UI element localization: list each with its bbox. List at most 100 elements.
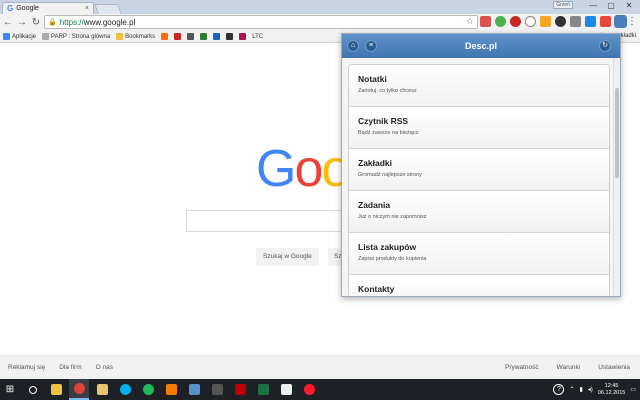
desc-popup: ⌂ ≡ Desc.pl ↻ Notatki Zanotuj, co tylko … (341, 33, 621, 297)
notifications-icon[interactable]: ▭ (630, 386, 636, 393)
app-icon-orange[interactable] (161, 379, 181, 400)
green-favicon-icon (200, 33, 208, 40)
popup-menu-list: Notatki Zanotuj, co tylko chcesz Czytnik… (348, 64, 610, 296)
volume-icon[interactable]: ◂) (588, 386, 593, 393)
item-title: Zakładki (358, 158, 393, 168)
logo-letter: o (294, 140, 323, 198)
clock[interactable]: 12:45 06.12.2015 (598, 383, 626, 397)
bookmark-folder[interactable]: Bookmarks (116, 33, 155, 40)
tab-google[interactable]: G Google × (2, 2, 94, 14)
bookmark-ltc[interactable]: LTC (252, 34, 263, 40)
list-item-rss[interactable]: Czytnik RSS Bądź zawsze na bieżąco (349, 107, 609, 149)
opera-icon[interactable] (299, 379, 319, 400)
blue-extension-icon[interactable] (585, 16, 596, 27)
red-extension-icon[interactable] (510, 16, 521, 27)
bookmark-star-icon[interactable]: ☆ (466, 16, 474, 27)
item-title: Notatki (358, 74, 387, 84)
minimize-button[interactable]: — (584, 0, 602, 12)
red-square-extension-icon[interactable] (600, 16, 611, 27)
google-favicon-icon: G (7, 4, 14, 13)
time: 12:45 (604, 382, 619, 389)
spotify-icon[interactable] (138, 379, 158, 400)
bookmark-apps[interactable]: Aplikacje (3, 33, 36, 40)
list-item-bookmarks[interactable]: Zakładki Gromadź najlepsze strony (349, 149, 609, 191)
tab-close-icon[interactable]: × (85, 5, 89, 12)
bookmark-icon-3[interactable] (187, 33, 195, 40)
bookmark-parp[interactable]: PARP : Strona główna (42, 33, 110, 40)
network-icon[interactable]: ▮ (579, 386, 582, 393)
help-icon[interactable]: ? (553, 384, 565, 395)
bookmark-icon-5[interactable] (213, 33, 221, 40)
item-title: Kontakty (358, 284, 395, 294)
item-title: Czytnik RSS (358, 116, 409, 126)
footer-link[interactable]: Reklamuj się (8, 364, 45, 371)
pin-extension-icon[interactable] (495, 16, 506, 27)
search-icon[interactable] (23, 379, 43, 400)
footer-link[interactable]: Warunki (557, 364, 581, 371)
address-bar[interactable]: 🔒 https:// www.google.pl ☆ (44, 15, 478, 29)
popup-scrollbar[interactable] (613, 58, 620, 296)
tab-title: Google (16, 5, 39, 12)
bookmark-icon-1[interactable] (161, 33, 169, 40)
bookmark-icon-7[interactable] (239, 33, 247, 40)
app-icon-dark[interactable] (207, 379, 227, 400)
footer-link[interactable]: Ustawienia (598, 364, 630, 371)
bookmark-icon-2[interactable] (174, 33, 182, 40)
list-item-shopping[interactable]: Lista zakupów Zapisz produkty do kupieni… (349, 233, 609, 275)
item-desc: Zapisz produkty do kupienia (358, 256, 427, 262)
excel-icon[interactable] (253, 379, 273, 400)
forward-button[interactable]: → (16, 17, 28, 29)
item-desc: Już o niczym nie zapomnisz (358, 214, 427, 220)
compass-extension-icon[interactable] (525, 16, 536, 27)
file-explorer-icon[interactable] (46, 379, 66, 400)
new-tab-button[interactable] (94, 4, 122, 14)
tray-expand-icon[interactable]: ⌃ (569, 386, 574, 393)
close-window-button[interactable]: ✕ (620, 0, 638, 12)
folder-icon[interactable] (92, 379, 112, 400)
chrome-menu-icon[interactable]: ⋮ (627, 16, 637, 27)
chrome-icon[interactable] (69, 379, 89, 400)
list-item-contacts[interactable]: Kontakty (349, 275, 609, 296)
list-item-notes[interactable]: Notatki Zanotuj, co tylko chcesz (349, 65, 609, 107)
profile-button[interactable]: Grzeń (553, 1, 573, 9)
refresh-icon[interactable]: ↻ (599, 40, 611, 52)
popup-title: Desc.pl (464, 41, 497, 51)
item-desc: Bądź zawsze na bieżąco (358, 130, 419, 136)
filezilla-icon[interactable] (230, 379, 250, 400)
item-title: Zadania (358, 200, 391, 210)
skype-icon[interactable] (115, 379, 135, 400)
footer-link[interactable]: O nas (96, 364, 113, 371)
gray-extension-icon[interactable] (570, 16, 581, 27)
gmail-extension-icon[interactable] (480, 16, 491, 27)
bookmark-icon-4[interactable] (200, 33, 208, 40)
windows-taskbar: ⊞ ? ⌃ ▮ ◂) 12:45 06.12.2015 ▭ (0, 379, 640, 400)
footer-link[interactable]: Dla firm (59, 364, 81, 371)
home-icon[interactable]: ⌂ (347, 40, 359, 52)
maximize-button[interactable]: ▢ (602, 0, 620, 12)
orange-extension-icon[interactable] (540, 16, 551, 27)
reload-button[interactable]: ↻ (30, 17, 42, 29)
list-item-tasks[interactable]: Zadania Już o niczym nie zapomnisz (349, 191, 609, 233)
apps-icon (3, 33, 10, 40)
item-title: Lista zakupów (358, 242, 417, 252)
start-button[interactable]: ⊞ (0, 379, 20, 400)
google-search-input[interactable] (186, 210, 346, 232)
footer-link[interactable]: Prywatność (505, 364, 539, 371)
dark-extension-icon[interactable] (555, 16, 566, 27)
back-button[interactable]: ← (2, 17, 14, 29)
pink-favicon-icon (239, 33, 247, 40)
app-icon-white[interactable] (276, 379, 296, 400)
feeling-lucky-button[interactable]: Szczęśliwy traf (328, 248, 342, 266)
scrollbar-thumb[interactable] (615, 88, 619, 178)
virtualbox-icon[interactable] (184, 379, 204, 400)
google-footer: Reklamuj się Dla firm O nas Prywatność W… (0, 355, 640, 379)
desc-extension-icon[interactable] (614, 15, 627, 28)
bookmark-icon-6[interactable] (226, 33, 234, 40)
lock-icon: 🔒 (48, 19, 57, 26)
popup-header: ⌂ ≡ Desc.pl ↻ (342, 34, 620, 58)
browser-toolbar: ← → ↻ 🔒 https:// www.google.pl ☆ ⋮ (0, 14, 640, 31)
google-search-button[interactable]: Szukaj w Google (256, 248, 319, 266)
black-favicon-icon (226, 33, 234, 40)
folder-icon (116, 33, 124, 40)
menu-icon[interactable]: ≡ (365, 40, 377, 52)
